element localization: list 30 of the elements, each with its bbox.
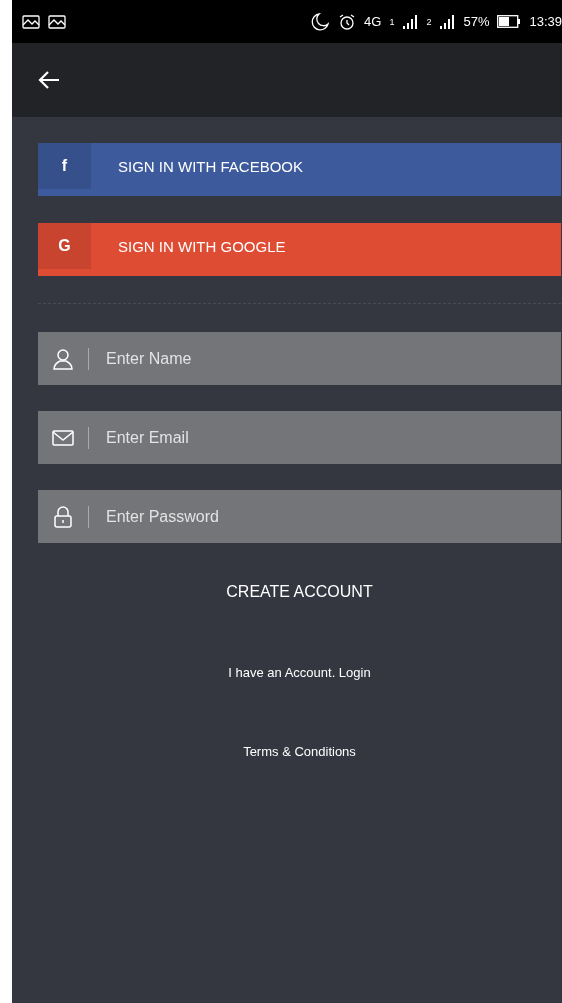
text-input[interactable]: Enter Password xyxy=(104,506,561,527)
person-icon xyxy=(52,347,74,370)
sim-number: 2 xyxy=(426,16,432,27)
text-input[interactable]: Enter Email xyxy=(104,427,561,448)
back-arrow-icon[interactable] xyxy=(38,70,60,90)
signal-icon xyxy=(402,13,419,30)
alarm-icon xyxy=(338,12,357,31)
button-label: SIGN IN WITH FACEBOOK xyxy=(117,156,304,177)
lock-icon xyxy=(52,505,74,528)
create-account-button[interactable]: CREATE ACCOUNT xyxy=(218,579,381,605)
sim-number: 1 xyxy=(389,16,395,27)
input-field[interactable]: Enter Email xyxy=(38,411,561,464)
terms-link[interactable]: Terms & Conditions xyxy=(235,740,364,763)
text-input[interactable]: Enter Name xyxy=(104,348,561,369)
input-field[interactable]: Enter Name xyxy=(38,332,561,385)
battery-percent: 57% xyxy=(463,14,490,29)
battery-icon xyxy=(497,15,522,28)
button-label: SIGN IN WITH GOOGLE xyxy=(117,236,286,257)
input-field[interactable]: Enter Password xyxy=(38,490,561,543)
signal-icon xyxy=(439,13,456,30)
network-type: 4G xyxy=(364,14,382,29)
moon-icon xyxy=(310,11,331,32)
image-icon xyxy=(48,14,66,29)
brand-icon: f xyxy=(38,143,91,189)
login-link[interactable]: I have an Account. Login xyxy=(220,661,379,684)
brand-icon: G xyxy=(38,223,91,269)
social-sign-in-button[interactable]: G SIGN IN WITH GOOGLE xyxy=(38,223,561,276)
social-sign-in-button[interactable]: f SIGN IN WITH FACEBOOK xyxy=(38,143,561,196)
clock-time: 13:39 xyxy=(529,14,562,29)
image-icon xyxy=(22,14,40,29)
